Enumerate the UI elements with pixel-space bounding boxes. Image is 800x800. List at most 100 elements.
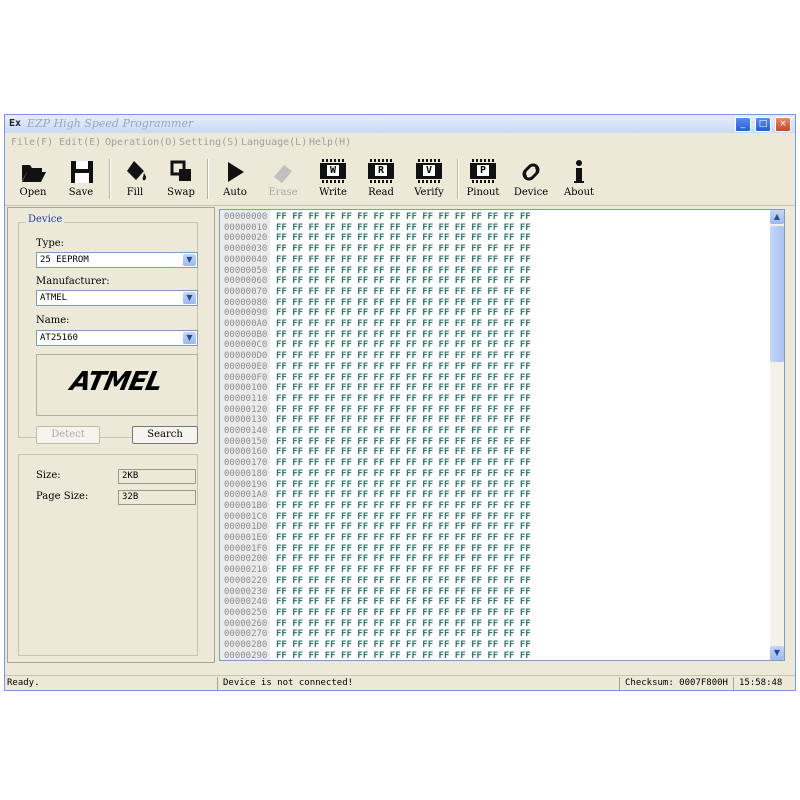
row-bytes[interactable]: FF FF FF FF FF FF FF FF FF FF FF FF FF F… [276,276,531,287]
row-bytes[interactable]: FF FF FF FF FF FF FF FF FF FF FF FF FF F… [276,223,531,234]
fill-button[interactable]: Fill [113,157,157,201]
scroll-down-icon[interactable]: ▼ [770,646,784,660]
menu-help[interactable]: Help(H) [309,137,351,148]
verify-button[interactable]: V Verify [407,157,451,201]
minimize-button[interactable]: _ [735,117,751,132]
row-bytes[interactable]: FF FF FF FF FF FF FF FF FF FF FF FF FF F… [276,565,531,576]
chip-read-icon: R [366,159,396,185]
row-address: 00000020 [224,233,268,244]
row-bytes[interactable]: FF FF FF FF FF FF FF FF FF FF FF FF FF F… [276,319,531,330]
page-size-label: Page Size: [36,491,89,502]
read-button[interactable]: R Read [359,157,403,201]
row-bytes[interactable]: FF FF FF FF FF FF FF FF FF FF FF FF FF F… [276,437,531,448]
status-bar: Ready. Device is not connected! Checksum… [5,675,795,691]
auto-button[interactable]: Auto [213,157,257,201]
row-address: 00000170 [224,458,268,469]
row-bytes[interactable]: FF FF FF FF FF FF FF FF FF FF FF FF FF F… [276,287,531,298]
menu-edit[interactable]: Edit(E) [59,137,101,148]
vertical-scrollbar[interactable]: ▲ ▼ [770,210,784,660]
row-bytes[interactable]: FF FF FF FF FF FF FF FF FF FF FF FF FF F… [276,512,531,523]
row-bytes[interactable]: FF FF FF FF FF FF FF FF FF FF FF FF FF F… [276,383,531,394]
scroll-up-icon[interactable]: ▲ [770,210,784,224]
chevron-down-icon[interactable]: ▼ [183,332,196,344]
chip-letter-v: V [422,165,436,176]
row-bytes[interactable]: FF FF FF FF FF FF FF FF FF FF FF FF FF F… [276,244,531,255]
play-icon [220,159,250,185]
row-bytes[interactable]: FF FF FF FF FF FF FF FF FF FF FF FF FF F… [276,415,531,426]
status-divider [619,677,620,690]
menu-setting[interactable]: Setting(S) [179,137,239,148]
row-address: 000000D0 [224,351,268,362]
close-button[interactable]: × [775,117,791,132]
save-button[interactable]: Save [59,157,103,201]
row-bytes[interactable]: FF FF FF FF FF FF FF FF FF FF FF FF FF F… [276,554,531,565]
row-bytes[interactable]: FF FF FF FF FF FF FF FF FF FF FF FF FF F… [276,330,531,341]
row-bytes[interactable]: FF FF FF FF FF FF FF FF FF FF FF FF FF F… [276,373,531,384]
menu-file[interactable]: File(F) [11,137,53,148]
open-button[interactable]: Open [11,157,55,201]
atmel-logo: ATMEL [67,367,165,397]
name-select[interactable]: AT25160 ▼ [36,330,198,346]
row-address: 000001D0 [224,522,268,533]
menu-operation[interactable]: Operation(O) [105,137,177,148]
info-icon [564,159,594,185]
toolbar-separator [207,159,209,199]
type-select[interactable]: 25 EEPROM ▼ [36,252,198,268]
swap-button[interactable]: Swap [159,157,203,201]
manufacturer-select[interactable]: ATMEL ▼ [36,290,198,306]
row-bytes[interactable]: FF FF FF FF FF FF FF FF FF FF FF FF FF F… [276,651,531,660]
status-connection: Device is not connected! [223,678,354,688]
row-bytes[interactable]: FF FF FF FF FF FF FF FF FF FF FF FF FF F… [276,597,531,608]
chip-letter-r: R [374,165,388,176]
app-window: Ex EZP High Speed Programmer _ □ × File(… [4,114,796,691]
about-button[interactable]: About [557,157,601,201]
name-label: Name: [36,315,70,326]
row-bytes[interactable]: FF FF FF FF FF FF FF FF FF FF FF FF FF F… [276,266,531,277]
row-bytes[interactable]: FF FF FF FF FF FF FF FF FF FF FF FF FF F… [276,362,531,373]
row-bytes[interactable]: FF FF FF FF FF FF FF FF FF FF FF FF FF F… [276,469,531,480]
row-bytes[interactable]: FF FF FF FF FF FF FF FF FF FF FF FF FF F… [276,447,531,458]
row-bytes[interactable]: FF FF FF FF FF FF FF FF FF FF FF FF FF F… [276,640,531,651]
floppy-disk-icon [66,159,96,185]
row-bytes[interactable]: FF FF FF FF FF FF FF FF FF FF FF FF FF F… [276,298,531,309]
row-bytes[interactable]: FF FF FF FF FF FF FF FF FF FF FF FF FF F… [276,394,531,405]
row-address: 00000180 [224,468,268,479]
row-bytes[interactable]: FF FF FF FF FF FF FF FF FF FF FF FF FF F… [276,544,531,555]
row-bytes[interactable]: FF FF FF FF FF FF FF FF FF FF FF FF FF F… [276,351,531,362]
size-value: 2KB [122,471,139,481]
chevron-down-icon[interactable]: ▼ [183,254,196,266]
erase-button[interactable]: Erase [261,157,305,201]
row-address: 00000190 [224,479,268,490]
chip-pinout-icon: P [468,159,498,185]
row-bytes[interactable]: FF FF FF FF FF FF FF FF FF FF FF FF FF F… [276,340,531,351]
row-bytes[interactable]: FF FF FF FF FF FF FF FF FF FF FF FF FF F… [276,255,531,266]
row-bytes[interactable]: FF FF FF FF FF FF FF FF FF FF FF FF FF F… [276,308,531,319]
chevron-down-icon[interactable]: ▼ [183,292,196,304]
row-bytes[interactable]: FF FF FF FF FF FF FF FF FF FF FF FF FF F… [276,426,531,437]
row-bytes[interactable]: FF FF FF FF FF FF FF FF FF FF FF FF FF F… [276,576,531,587]
row-bytes[interactable]: FF FF FF FF FF FF FF FF FF FF FF FF FF F… [276,490,531,501]
search-button[interactable]: Search [132,426,198,444]
menu-language[interactable]: Language(L) [241,137,307,148]
row-bytes[interactable]: FF FF FF FF FF FF FF FF FF FF FF FF FF F… [276,405,531,416]
row-bytes[interactable]: FF FF FF FF FF FF FF FF FF FF FF FF FF F… [276,501,531,512]
device-button[interactable]: Device [509,157,553,201]
row-bytes[interactable]: FF FF FF FF FF FF FF FF FF FF FF FF FF F… [276,522,531,533]
row-bytes[interactable]: FF FF FF FF FF FF FF FF FF FF FF FF FF F… [276,480,531,491]
row-bytes[interactable]: FF FF FF FF FF FF FF FF FF FF FF FF FF F… [276,458,531,469]
device-panel: Device Type: 25 EEPROM ▼ Manufacturer: A… [7,207,215,663]
detect-button[interactable]: Detect [36,426,100,444]
row-bytes[interactable]: FF FF FF FF FF FF FF FF FF FF FF FF FF F… [276,233,531,244]
hex-editor[interactable]: 00000000 FF FF FF FF FF FF FF FF FF FF FF… [219,209,785,661]
pinout-button[interactable]: P Pinout [461,157,505,201]
scrollbar-thumb[interactable] [770,226,784,362]
write-button[interactable]: W Write [311,157,355,201]
row-bytes[interactable]: FF FF FF FF FF FF FF FF FF FF FF FF FF F… [276,629,531,640]
row-bytes[interactable]: FF FF FF FF FF FF FF FF FF FF FF FF FF F… [276,608,531,619]
row-bytes[interactable]: FF FF FF FF FF FF FF FF FF FF FF FF FF F… [276,587,531,598]
row-bytes[interactable]: FF FF FF FF FF FF FF FF FF FF FF FF FF F… [276,619,531,630]
title-bar[interactable]: Ex EZP High Speed Programmer _ □ × [5,115,795,133]
maximize-button[interactable]: □ [755,117,771,132]
row-bytes[interactable]: FF FF FF FF FF FF FF FF FF FF FF FF FF F… [276,212,531,223]
row-bytes[interactable]: FF FF FF FF FF FF FF FF FF FF FF FF FF F… [276,533,531,544]
